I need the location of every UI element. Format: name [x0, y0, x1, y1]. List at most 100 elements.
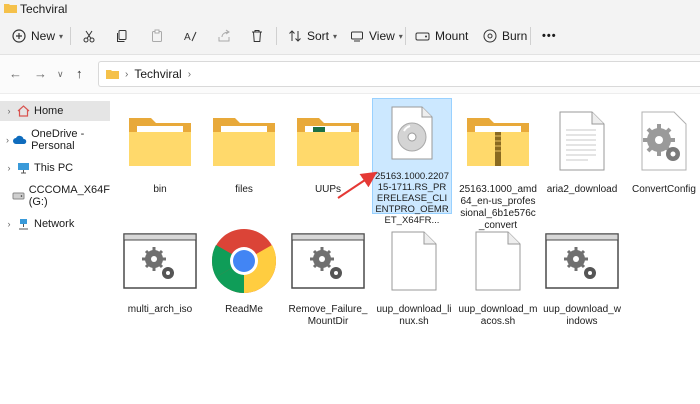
copy-icon: [117, 30, 127, 42]
config-file-icon: [622, 102, 700, 180]
divider: [405, 27, 406, 45]
chrome-html-icon: [202, 222, 286, 300]
file-item[interactable]: ConvertConfig: [622, 102, 700, 196]
file-item[interactable]: Remove_Failure_MountDir: [286, 222, 370, 328]
chevron-right-icon[interactable]: ›: [2, 135, 13, 145]
sidebar-item-home[interactable]: › Home: [0, 101, 110, 121]
file-item[interactable]: files: [202, 102, 286, 196]
mount-icon: [415, 32, 430, 41]
file-name: files: [235, 184, 253, 195]
folder-with-spreadsheet-icon: x: [286, 102, 370, 180]
more-options-button[interactable]: •••: [542, 26, 557, 46]
breadcrumb-chevron-icon: ›: [125, 68, 129, 80]
file-name: UUPs: [314, 184, 342, 195]
delete-button[interactable]: [250, 26, 264, 46]
file-name: uup_download_macos.sh: [458, 304, 538, 327]
script-window-icon: [286, 222, 370, 300]
file-name: ConvertConfig: [632, 184, 696, 195]
chevron-down-icon: ▾: [333, 31, 338, 41]
mount-button[interactable]: Mount: [415, 26, 468, 46]
address-bar[interactable]: › Techviral ›: [98, 61, 700, 87]
trash-icon: [252, 30, 262, 42]
file-name: ReadMe: [225, 304, 263, 315]
breadcrumb-chevron-icon[interactable]: ›: [188, 69, 191, 80]
script-window-icon: [118, 222, 202, 300]
up-arrow-icon[interactable]: ↑: [76, 66, 83, 81]
file-item[interactable]: uup_download_linux.sh: [372, 222, 456, 328]
sidebar-item-this-pc[interactable]: › This PC: [0, 158, 110, 178]
plus-circle-icon: [12, 29, 26, 43]
breadcrumb-item[interactable]: Techviral: [134, 67, 181, 81]
sidebar-item-label: CCCOMA_X64F (G:): [28, 184, 110, 208]
forward-arrow-icon[interactable]: →: [34, 66, 47, 81]
file-item-selected[interactable]: 25163.1000.220715-1711.RS_PRERELEASE_CLI…: [372, 98, 452, 226]
file-item[interactable]: 25163.1000_amd64_en-us_professional_6b1e…: [456, 102, 540, 232]
computer-icon: [16, 161, 30, 175]
sidebar-item-network[interactable]: › Network: [0, 214, 110, 234]
sidebar-item-label: Home: [34, 105, 64, 117]
rename-icon: A: [184, 31, 197, 43]
navigation-bar: ← → ∨ ↑ › Techviral ›: [0, 55, 700, 94]
home-icon: [16, 104, 30, 118]
blank-document-icon: [372, 222, 456, 300]
folder-icon: [106, 70, 119, 79]
chevron-right-icon[interactable]: ›: [2, 219, 16, 229]
file-item[interactable]: uup_download_windows: [540, 222, 624, 328]
share-icon: [218, 29, 230, 42]
blank-document-icon: [456, 222, 540, 300]
cloud-icon: [13, 133, 27, 147]
divider: [530, 27, 531, 45]
file-name: multi_arch_iso: [127, 304, 193, 315]
sort-icon: [289, 30, 301, 42]
sort-label: Sort: [307, 29, 330, 43]
divider: [276, 27, 277, 45]
view-icon: [351, 31, 363, 42]
sort-button[interactable]: Sort ▾: [288, 26, 337, 46]
copy-button[interactable]: [115, 26, 129, 46]
navigation-pane: › Home › OneDrive - Personal › This PC C…: [0, 94, 112, 404]
scissors-icon: [83, 30, 95, 43]
recent-chevron-icon[interactable]: ∨: [57, 69, 64, 80]
file-item[interactable]: aria2_download: [540, 102, 624, 196]
back-arrow-icon[interactable]: ←: [9, 66, 22, 81]
divider: [70, 27, 71, 45]
chevron-right-icon[interactable]: ›: [2, 106, 16, 116]
paste-button[interactable]: [150, 26, 164, 46]
sidebar-item-label: This PC: [34, 162, 74, 174]
zipped-folder-icon: [456, 102, 540, 180]
window-title: Techviral: [20, 2, 68, 16]
file-grid: bin files x UUPs 25163.1000.220715-1711.…: [112, 94, 700, 404]
network-icon: [16, 217, 30, 231]
file-name: uup_download_windows: [543, 304, 621, 327]
file-item[interactable]: multi_arch_iso: [118, 222, 202, 316]
command-bar: New ▾ A Sort ▾ View ▾ Mount Burn •••: [0, 18, 700, 55]
view-button[interactable]: View ▾: [350, 26, 403, 46]
burn-button[interactable]: Burn: [483, 26, 527, 46]
sidebar-item-label: OneDrive - Personal: [31, 128, 85, 152]
drive-icon: [12, 189, 25, 203]
cut-button[interactable]: [82, 26, 96, 46]
file-name: Remove_Failure_MountDir: [288, 304, 368, 327]
chevron-right-icon[interactable]: ›: [2, 163, 16, 173]
file-name: 25163.1000.220715-1711.RS_PRERELEASE_CLI…: [375, 171, 449, 226]
file-name: aria2_download: [546, 184, 618, 195]
file-item[interactable]: uup_download_macos.sh: [456, 222, 540, 328]
folder-icon: [4, 4, 17, 13]
title-bar: Techviral: [0, 0, 700, 18]
rename-button[interactable]: A: [183, 26, 197, 46]
file-item[interactable]: bin: [118, 102, 202, 196]
disc-image-icon: [373, 99, 451, 167]
sidebar-item-onedrive[interactable]: › OneDrive - Personal: [0, 128, 110, 152]
text-document-icon: [540, 102, 624, 180]
svg-text:A: A: [184, 32, 191, 43]
mount-label: Mount: [435, 29, 469, 43]
folder-icon: [118, 102, 202, 180]
sidebar-item-label: Network: [34, 218, 75, 230]
new-button[interactable]: New ▾: [12, 26, 63, 46]
share-button[interactable]: [217, 26, 231, 46]
script-window-icon: [540, 222, 624, 300]
file-item[interactable]: ReadMe: [202, 222, 286, 316]
new-label: New: [31, 29, 56, 43]
sidebar-item-drive[interactable]: CCCOMA_X64F (G:): [0, 184, 110, 208]
file-item[interactable]: x UUPs: [286, 102, 370, 196]
